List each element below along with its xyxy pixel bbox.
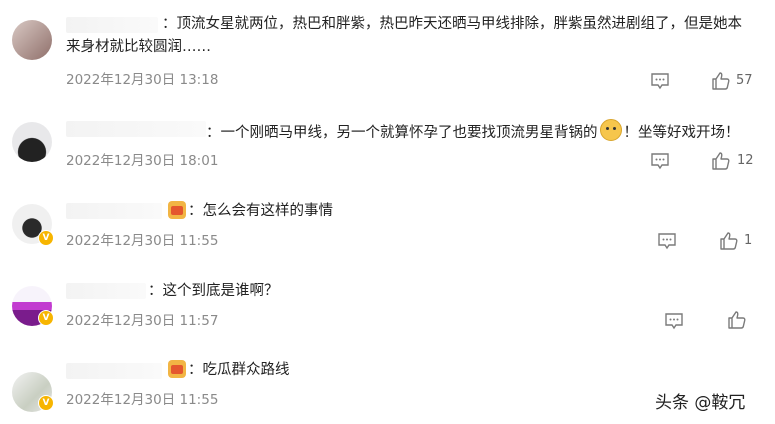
dog-icon: [599, 119, 622, 141]
like-icon[interactable]: [711, 151, 731, 171]
watermark: 头条 @鞍冗: [655, 393, 746, 413]
username-redacted[interactable]: [66, 283, 146, 299]
reply-icon[interactable]: [650, 71, 670, 91]
comment-time: 2022年12月30日 11:57: [66, 313, 219, 329]
comment-time: 2022年12月30日 13:18: [66, 72, 219, 88]
comment-text-line1: ：顶流女星就两位，热巴和胖紫，热巴昨天还晒马甲线排除，胖紫虽然进剧组了，但是她本: [162, 16, 742, 32]
reply-icon[interactable]: [657, 231, 677, 251]
like-icon[interactable]: [711, 71, 731, 91]
comment-time: 2022年12月30日 11:55: [66, 233, 219, 249]
username-redacted[interactable]: [66, 17, 158, 33]
username-redacted[interactable]: [66, 121, 206, 137]
comment-text-part2: ！坐等好戏开场！: [623, 125, 740, 141]
gift-icon: [168, 201, 186, 219]
reply-icon[interactable]: [650, 151, 670, 171]
username-redacted[interactable]: [66, 363, 162, 379]
comment-text-line2: 来身材就比较圆润……: [66, 39, 211, 55]
comment-time: 2022年12月30日 18:01: [66, 153, 219, 169]
verified-badge-icon: V: [38, 230, 54, 246]
comment-text-body: ：这个到底是谁啊？: [148, 283, 279, 299]
like-count: 12: [737, 153, 754, 168]
comment-text: ：吃瓜群众路线: [166, 359, 290, 382]
like-icon[interactable]: [719, 231, 739, 251]
comment-text: ：怎么会有这样的事情: [166, 200, 333, 223]
gift-icon: [168, 360, 186, 378]
comment-text: ：顶流女星就两位，热巴和胖紫，热巴昨天还晒马甲线排除，胖紫虽然进剧组了，但是她本: [162, 13, 742, 36]
verified-badge-icon: V: [38, 395, 54, 411]
like-count: 57: [736, 73, 753, 88]
like-icon[interactable]: [727, 310, 747, 330]
comment-item: V ：怎么会有这样的事情 2022年12月30日 11:55 1: [0, 192, 775, 267]
verified-badge-icon: V: [38, 310, 54, 326]
like-count: 1: [744, 233, 753, 248]
comment-item: ：顶流女星就两位，热巴和胖紫，热巴昨天还晒马甲线排除，胖紫虽然进剧组了，但是她本…: [0, 0, 775, 95]
reply-icon[interactable]: [664, 311, 684, 331]
comment-item: ：一个刚晒马甲线，另一个就算怀孕了也要找顶流男星背锅的 ！坐等好戏开场！ 2022…: [0, 110, 775, 185]
comment-text-body: ：吃瓜群众路线: [188, 362, 290, 378]
comment-text-continued: 来身材就比较圆润……: [66, 36, 211, 59]
avatar[interactable]: [12, 20, 52, 60]
comment-item: V ：这个到底是谁啊？ 2022年12月30日 11:57: [0, 272, 775, 347]
comment-text-part1: ：一个刚晒马甲线，另一个就算怀孕了也要找顶流男星背锅的: [206, 125, 598, 141]
username-redacted[interactable]: [66, 203, 162, 219]
comment-text: ：一个刚晒马甲线，另一个就算怀孕了也要找顶流男星背锅的 ！坐等好戏开场！: [206, 119, 740, 145]
comment-text-body: ：怎么会有这样的事情: [188, 203, 333, 219]
avatar[interactable]: [12, 122, 52, 162]
comment-time: 2022年12月30日 11:55: [66, 392, 219, 408]
comment-text: ：这个到底是谁啊？: [148, 280, 279, 303]
